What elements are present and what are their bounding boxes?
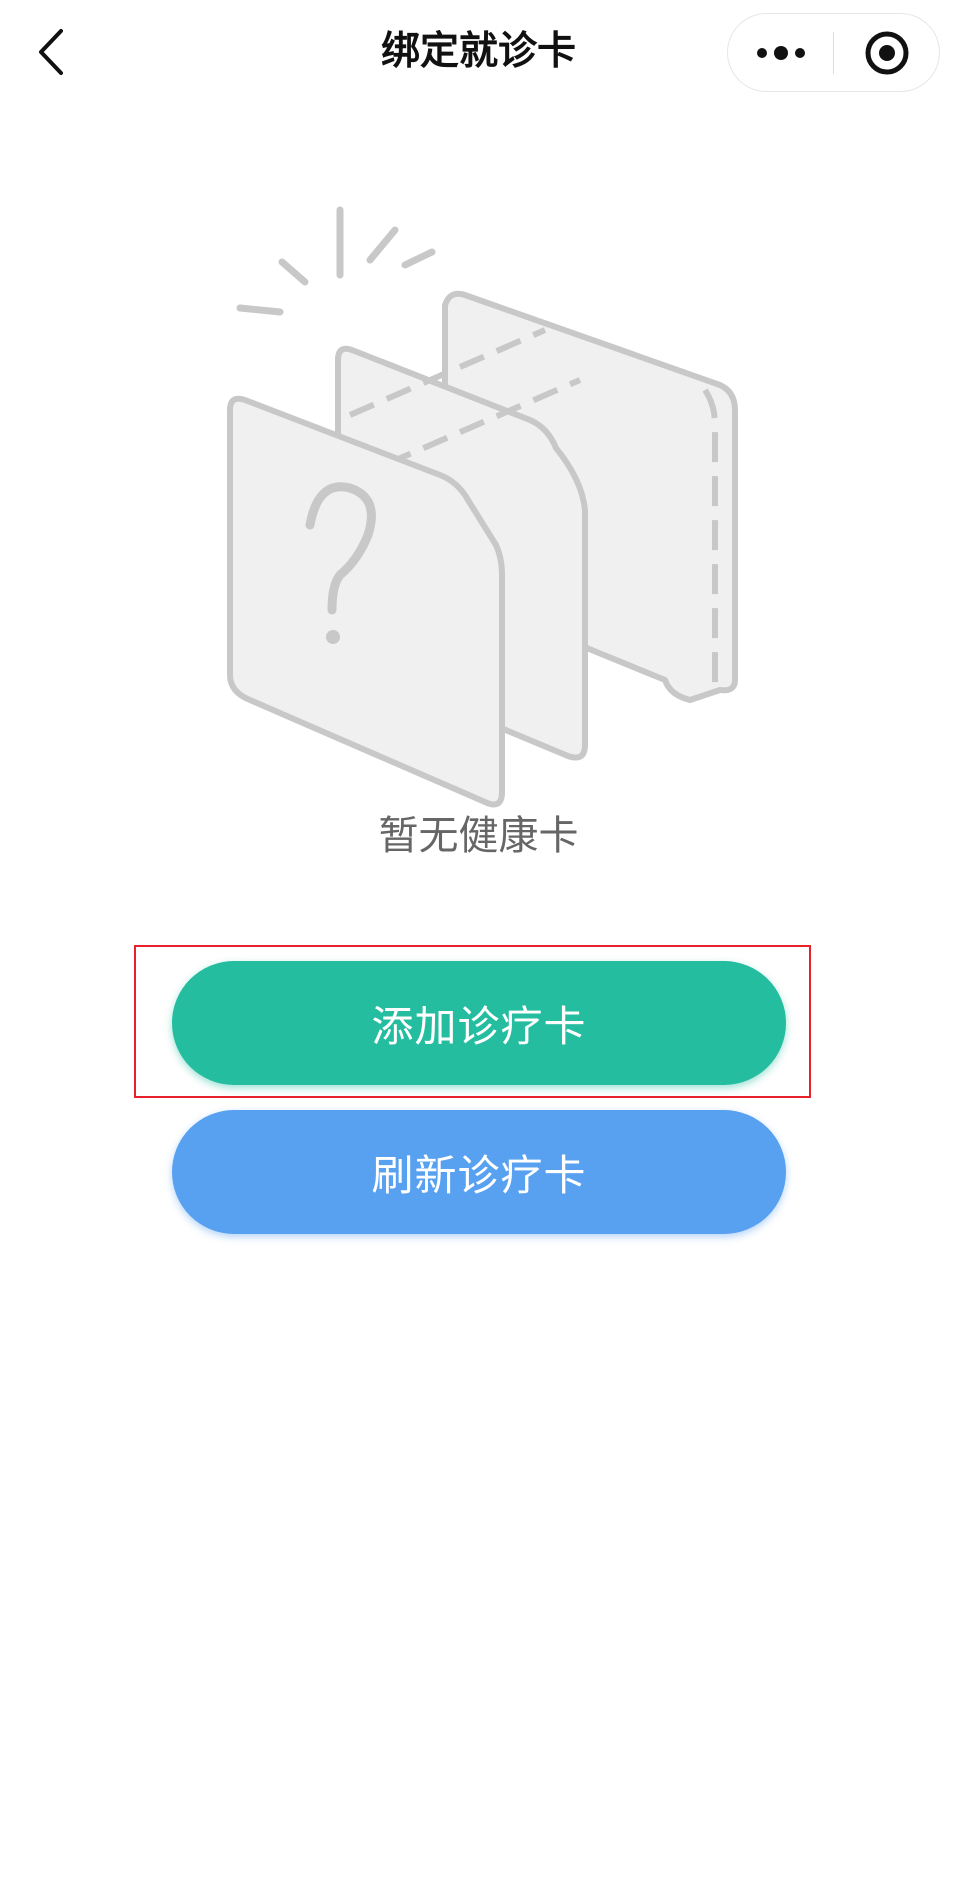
empty-state-message: 暂无健康卡 [378, 813, 579, 859]
add-card-button[interactable]: 添加诊疗卡 [172, 961, 786, 1085]
refresh-card-button[interactable]: 刷新诊疗卡 [172, 1110, 786, 1234]
nav-bar: 绑定就诊卡 [0, 0, 957, 106]
more-dots-icon [756, 45, 805, 60]
close-button[interactable] [834, 14, 939, 91]
bind-card-page: 绑定就诊卡 暂无健康卡 添加诊疗卡 刷新诊疗卡 [0, 0, 957, 1891]
target-close-icon [865, 31, 908, 74]
more-button[interactable] [728, 14, 833, 91]
empty-cards-illustration [227, 206, 738, 808]
mini-program-capsule [727, 13, 940, 92]
